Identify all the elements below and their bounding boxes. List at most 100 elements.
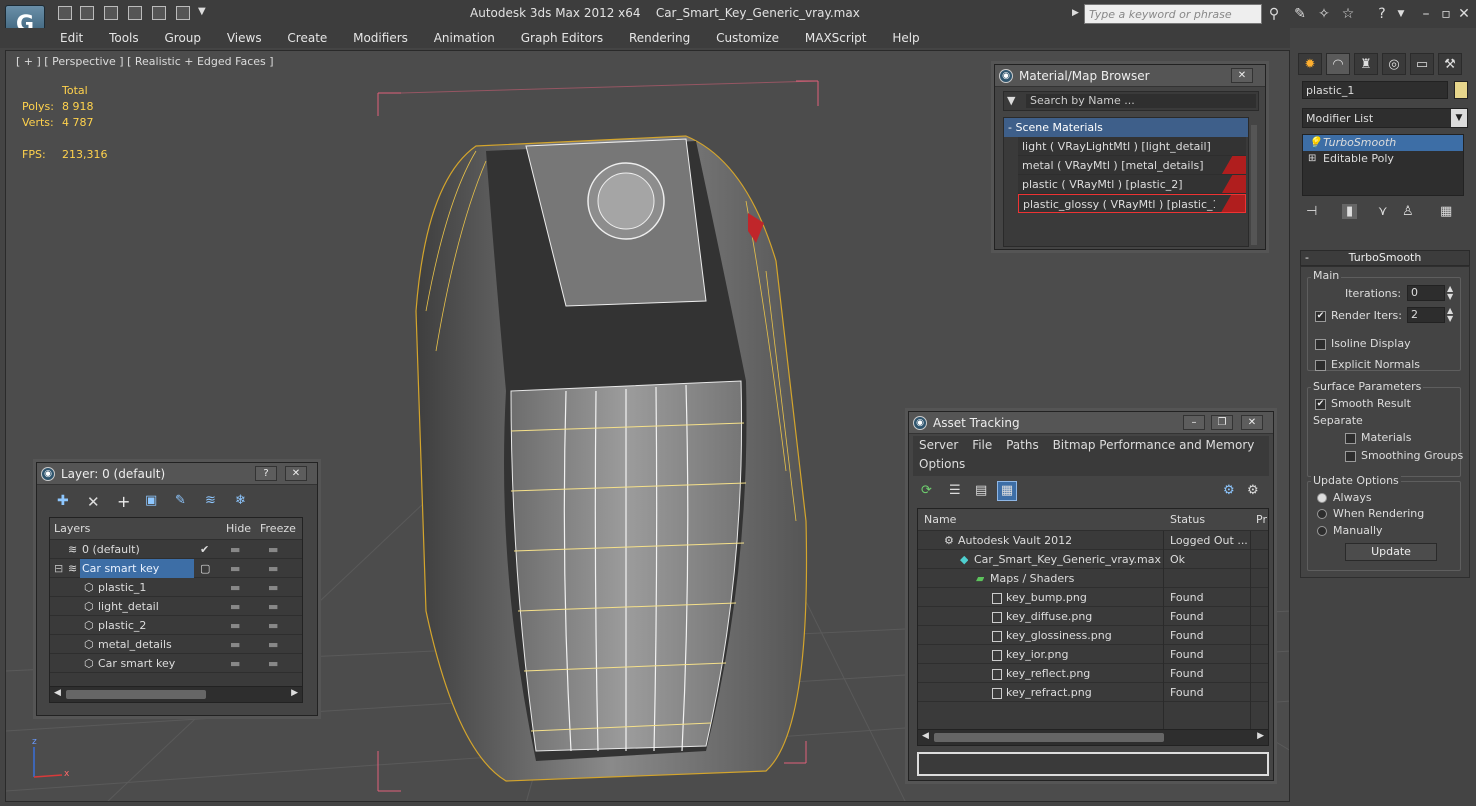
settings-icon[interactable]: ⚙	[1247, 483, 1259, 498]
asset-row-maps[interactable]: ▰ Maps / Shaders	[918, 569, 1268, 588]
collapse-icon[interactable]: -	[1305, 251, 1309, 265]
scroll-thumb[interactable]	[66, 690, 206, 699]
smooth-result-checkbox[interactable]: ✔	[1315, 398, 1326, 410]
freeze-toggle[interactable]: ▬	[268, 616, 278, 635]
asset-menu-server[interactable]: Server	[919, 438, 958, 452]
new-file-icon[interactable]	[58, 6, 72, 20]
close-icon[interactable]: ✕	[1456, 6, 1472, 22]
menu-group[interactable]: Group	[164, 28, 201, 48]
render-iters-spinner[interactable]: 2	[1407, 307, 1445, 323]
hide-toggle[interactable]: ▬	[230, 616, 240, 635]
highlight-layer-icon[interactable]: ✎	[175, 493, 186, 508]
render-iters-spinner-arrows[interactable]: ▲ ▼	[1447, 307, 1453, 323]
material-browser-titlebar[interactable]: ◉ Material/Map Browser ✕	[995, 65, 1265, 87]
asset-path-field[interactable]	[917, 752, 1269, 776]
make-unique-icon[interactable]: ⋎	[1378, 204, 1388, 219]
hide-all-icon[interactable]: ≋	[205, 493, 216, 508]
menu-views[interactable]: Views	[227, 28, 262, 48]
iterations-spinner-arrows[interactable]: ▲ ▼	[1447, 285, 1453, 301]
scroll-right-icon[interactable]: ▶	[291, 688, 298, 698]
display-tab-icon[interactable]: ▭	[1410, 53, 1434, 75]
open-file-icon[interactable]	[80, 6, 94, 20]
modify-tab-icon[interactable]: ◠	[1326, 53, 1350, 75]
favorites-icon[interactable]: ☆	[1340, 6, 1356, 22]
search-options-icon[interactable]: ▼	[1007, 94, 1015, 107]
asset-horizontal-scrollbar[interactable]: ◀ ▶	[918, 729, 1268, 745]
material-item-light[interactable]: light ( VRayLightMtl ) [light_detail]	[1018, 137, 1246, 156]
restore-icon[interactable]: ❐	[1211, 415, 1233, 430]
stack-item-turbosmooth[interactable]: 💡 TurboSmooth	[1303, 135, 1463, 151]
motion-tab-icon[interactable]: ◎	[1382, 53, 1406, 75]
asset-menu-file[interactable]: File	[972, 438, 992, 452]
redo-icon[interactable]	[152, 6, 166, 20]
help-button[interactable]: ?	[255, 466, 277, 481]
subscription-icon[interactable]: ✎	[1292, 6, 1308, 22]
asset-row-bitmap[interactable]: key_refract.png Found	[918, 683, 1268, 702]
freeze-toggle[interactable]: ▬	[268, 578, 278, 597]
freeze-toggle[interactable]: ▬	[268, 540, 278, 559]
when-rendering-row[interactable]: When Rendering	[1317, 507, 1424, 520]
search-expand-icon[interactable]: ▶	[1072, 8, 1079, 18]
menu-rendering[interactable]: Rendering	[629, 28, 690, 48]
maximize-icon[interactable]: ▫	[1438, 6, 1454, 22]
modifier-list-dropdown[interactable]: Modifier List ▼	[1302, 108, 1468, 128]
material-item-metal[interactable]: metal ( VRayMtl ) [metal_details]	[1018, 156, 1246, 175]
isoline-row[interactable]: Isoline Display	[1315, 337, 1411, 350]
smoothing-groups-row[interactable]: Smoothing Groups	[1345, 449, 1463, 462]
object-name-field[interactable]: plastic_1	[1302, 81, 1448, 99]
explicit-normals-checkbox[interactable]	[1315, 359, 1326, 371]
asset-row-max-file[interactable]: ◆ Car_Smart_Key_Generic_vray.max Ok	[918, 550, 1268, 569]
layer-object-row[interactable]: ⬡ plastic_2 ▬ ▬	[50, 616, 302, 635]
create-layer-icon[interactable]: ✚	[57, 493, 69, 509]
when-rendering-radio[interactable]	[1317, 509, 1327, 519]
menu-maxscript[interactable]: MAXScript	[805, 28, 867, 48]
hide-toggle[interactable]: ▬	[230, 635, 240, 654]
asset-menu-bitmap[interactable]: Bitmap Performance and Memory	[1053, 438, 1255, 452]
add-to-layer-icon[interactable]: +	[117, 492, 130, 511]
materials-row[interactable]: Materials	[1345, 431, 1411, 444]
col-hide[interactable]: Hide	[226, 518, 251, 540]
col-status[interactable]: Status	[1170, 509, 1205, 531]
hide-toggle[interactable]: ▬	[230, 597, 240, 616]
viewport-label[interactable]: [ + ] [ Perspective ] [ Realistic + Edge…	[16, 55, 274, 68]
save-file-icon[interactable]	[104, 6, 118, 20]
binoculars-icon[interactable]: ⚲	[1266, 6, 1282, 22]
scroll-left-icon[interactable]: ◀	[922, 731, 929, 741]
always-radio[interactable]	[1317, 493, 1327, 503]
asset-tracking-titlebar[interactable]: ◉ Asset Tracking – ❐ ✕	[909, 412, 1273, 434]
col-pr[interactable]: Pr	[1256, 509, 1267, 531]
menu-tools[interactable]: Tools	[109, 28, 139, 48]
render-iters-row[interactable]: ✔ Render Iters:	[1315, 309, 1402, 322]
configure-sets-icon[interactable]: ▦	[1440, 204, 1452, 219]
hide-toggle[interactable]: ▬	[230, 540, 240, 559]
show-end-result-icon[interactable]: ▮	[1342, 204, 1358, 219]
thumbnail-view-icon[interactable]: ▤	[975, 483, 987, 498]
minimize-icon[interactable]: –	[1418, 6, 1434, 22]
quick-access-dropdown-icon[interactable]: ▼	[198, 6, 206, 17]
freeze-all-icon[interactable]: ❄	[235, 493, 246, 508]
material-item-plastic-glossy[interactable]: plastic_glossy ( VRayMtl ) [plastic_1]	[1018, 194, 1246, 213]
layer-horizontal-scrollbar[interactable]: ◀ ▶	[50, 686, 302, 702]
menu-create[interactable]: Create	[287, 28, 327, 48]
col-layers[interactable]: Layers	[54, 518, 90, 540]
layer-row-car-smart-key[interactable]: ⊟ ≋ Car smart key ▢ ▬ ▬	[50, 559, 302, 578]
undo-icon[interactable]	[128, 6, 142, 20]
freeze-toggle[interactable]: ▬	[268, 654, 278, 673]
freeze-toggle[interactable]: ▬	[268, 597, 278, 616]
object-color-swatch[interactable]	[1454, 81, 1468, 99]
set-current-icon[interactable]: ▢	[200, 559, 210, 578]
delete-layer-icon[interactable]: ✕	[87, 493, 100, 511]
layer-object-row[interactable]: ⬡ plastic_1 ▬ ▬	[50, 578, 302, 597]
iterations-spinner[interactable]: 0	[1407, 285, 1445, 301]
update-button[interactable]: Update	[1345, 543, 1437, 561]
stack-item-editable-poly[interactable]: ⊞ Editable Poly	[1303, 151, 1463, 167]
scroll-thumb[interactable]	[934, 733, 1164, 742]
remove-modifier-icon[interactable]: ♙	[1402, 204, 1414, 219]
close-icon[interactable]: ✕	[1241, 415, 1263, 430]
hold-icon[interactable]	[176, 6, 190, 20]
table-view-icon[interactable]: ▦	[997, 481, 1017, 501]
lightbulb-icon[interactable]: 💡	[1308, 135, 1322, 151]
layer-row-default[interactable]: ≋ 0 (default) ✔ ▬ ▬	[50, 540, 302, 559]
select-objects-icon[interactable]: ▣	[145, 493, 157, 508]
layer-object-row[interactable]: ⬡ light_detail ▬ ▬	[50, 597, 302, 616]
